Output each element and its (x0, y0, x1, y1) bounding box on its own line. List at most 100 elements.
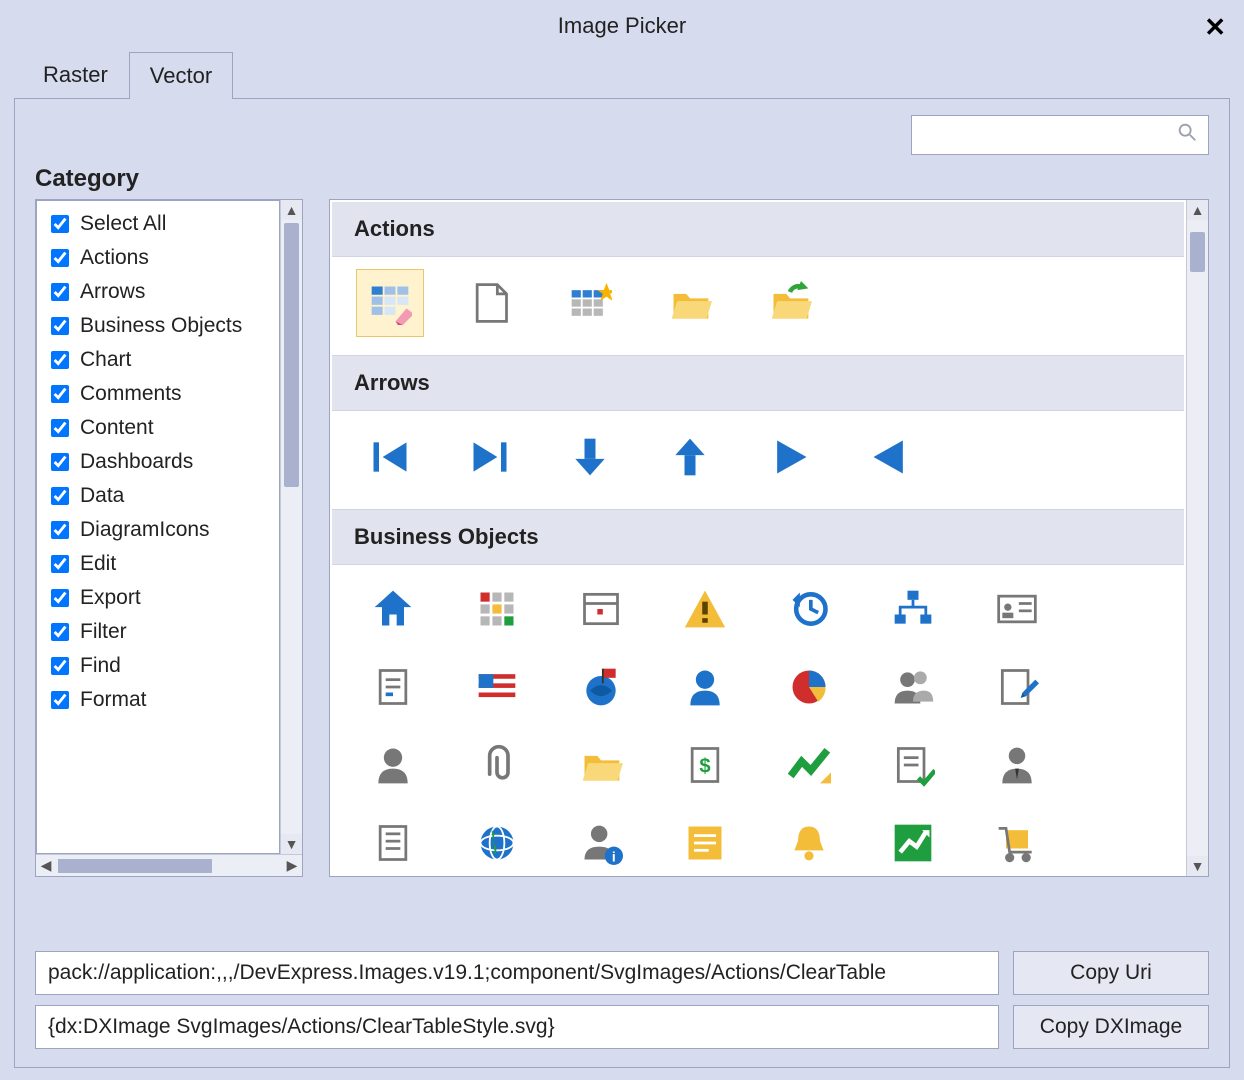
category-item[interactable]: Content (37, 411, 279, 445)
chart-up-icon[interactable] (772, 737, 846, 793)
image-picker-window: Image Picker ✕ Raster Vector Category Se… (0, 0, 1244, 1080)
gallery-vscroll[interactable]: ▲ ▼ (1186, 200, 1208, 876)
category-item[interactable]: Data (37, 479, 279, 513)
category-label-text: Format (80, 688, 147, 712)
scroll-left-icon[interactable]: ◀ (36, 857, 56, 874)
category-checkbox[interactable] (51, 385, 69, 403)
category-checkbox[interactable] (51, 555, 69, 573)
category-item[interactable]: Select All (37, 207, 279, 241)
category-checkbox[interactable] (51, 487, 69, 505)
play-left-icon[interactable] (856, 423, 924, 491)
globe-icon[interactable] (460, 815, 534, 871)
dollar-doc-icon[interactable] (668, 737, 742, 793)
scroll-down-icon[interactable]: ▼ (281, 834, 302, 854)
edit-doc-icon[interactable] (980, 659, 1054, 715)
category-item[interactable]: Chart (37, 343, 279, 377)
close-button[interactable]: ✕ (1204, 12, 1226, 43)
open-folder-arrow-icon[interactable] (756, 269, 824, 337)
category-item[interactable]: Actions (37, 241, 279, 275)
category-checkbox[interactable] (51, 589, 69, 607)
category-checkbox[interactable] (51, 691, 69, 709)
gallery[interactable]: Actions Arrows Business Objects (330, 200, 1186, 876)
task-doc-icon[interactable] (876, 737, 950, 793)
category-item[interactable]: Filter (37, 615, 279, 649)
people-icon[interactable] (876, 659, 950, 715)
category-hscroll[interactable]: ◀ ▶ (36, 854, 302, 876)
category-label: Category (35, 165, 1209, 193)
category-checkbox[interactable] (51, 623, 69, 641)
blank-document-icon[interactable] (456, 269, 524, 337)
cart-icon[interactable] (980, 815, 1054, 871)
new-table-icon[interactable] (556, 269, 624, 337)
category-checkbox[interactable] (51, 249, 69, 267)
home-icon[interactable] (356, 581, 430, 637)
businessman-icon[interactable] (980, 737, 1054, 793)
calendar-icon[interactable] (564, 581, 638, 637)
contact-card-icon[interactable] (980, 581, 1054, 637)
window-title: Image Picker (558, 13, 686, 39)
user-info-icon[interactable] (564, 815, 638, 871)
tabs: Raster Vector (0, 52, 1244, 98)
category-item[interactable]: Edit (37, 547, 279, 581)
folder-icon[interactable] (564, 737, 638, 793)
category-item[interactable]: Export (37, 581, 279, 615)
paperclip-icon[interactable] (460, 737, 534, 793)
clear-table-style-icon[interactable] (356, 269, 424, 337)
note-icon[interactable] (668, 815, 742, 871)
skip-next-icon[interactable] (456, 423, 524, 491)
category-checkbox[interactable] (51, 283, 69, 301)
search-field[interactable] (911, 115, 1209, 155)
document-lines-icon[interactable] (356, 815, 430, 871)
play-right-icon[interactable] (756, 423, 824, 491)
category-checkbox[interactable] (51, 657, 69, 675)
us-flag-icon[interactable] (460, 659, 534, 715)
category-item[interactable]: DiagramIcons (37, 513, 279, 547)
category-label-text: Dashboards (80, 450, 193, 474)
history-icon[interactable] (772, 581, 846, 637)
search-input[interactable] (922, 124, 1176, 147)
copy-dximage-button[interactable]: Copy DXImage (1013, 1005, 1209, 1049)
scroll-right-icon[interactable]: ▶ (282, 857, 302, 874)
category-checkbox[interactable] (51, 521, 69, 539)
color-grid-icon[interactable] (460, 581, 534, 637)
user-icon[interactable] (668, 659, 742, 715)
scroll-up-icon[interactable]: ▲ (1187, 200, 1208, 220)
category-checkbox[interactable] (51, 215, 69, 233)
group-header-business: Business Objects (332, 509, 1184, 565)
uri-field[interactable]: pack://application:,,,/DevExpress.Images… (35, 951, 999, 995)
category-checkbox[interactable] (51, 317, 69, 335)
globe-flag-icon[interactable] (564, 659, 638, 715)
category-checkbox[interactable] (51, 419, 69, 437)
category-label-text: Comments (80, 382, 182, 406)
category-checkbox[interactable] (51, 453, 69, 471)
category-checkbox[interactable] (51, 351, 69, 369)
dximage-field[interactable]: {dx:DXImage SvgImages/Actions/ClearTable… (35, 1005, 999, 1049)
category-item[interactable]: Dashboards (37, 445, 279, 479)
pie-chart-icon[interactable] (772, 659, 846, 715)
category-label-text: DiagramIcons (80, 518, 210, 542)
category-item[interactable]: Comments (37, 377, 279, 411)
scroll-down-icon[interactable]: ▼ (1187, 856, 1208, 876)
category-vscroll[interactable]: ▲ ▼ (280, 200, 302, 854)
scroll-up-icon[interactable]: ▲ (281, 200, 302, 220)
tab-raster[interactable]: Raster (22, 51, 129, 98)
group-header-actions: Actions (332, 202, 1184, 257)
org-chart-icon[interactable] (876, 581, 950, 637)
document-small-icon[interactable] (356, 659, 430, 715)
user-gray-icon[interactable] (356, 737, 430, 793)
tab-vector[interactable]: Vector (129, 52, 233, 99)
category-item[interactable]: Find (37, 649, 279, 683)
up-icon[interactable] (656, 423, 724, 491)
category-item[interactable]: Format (37, 683, 279, 717)
copy-uri-button[interactable]: Copy Uri (1013, 951, 1209, 995)
category-item[interactable]: Arrows (37, 275, 279, 309)
category-list[interactable]: Select AllActionsArrowsBusiness ObjectsC… (36, 200, 280, 854)
down-icon[interactable] (556, 423, 624, 491)
open-folder-icon[interactable] (656, 269, 724, 337)
bell-icon[interactable] (772, 815, 846, 871)
chart-box-icon[interactable] (876, 815, 950, 871)
skip-previous-icon[interactable] (356, 423, 424, 491)
category-item[interactable]: Business Objects (37, 309, 279, 343)
search-icon[interactable] (1176, 121, 1198, 149)
warning-icon[interactable] (668, 581, 742, 637)
